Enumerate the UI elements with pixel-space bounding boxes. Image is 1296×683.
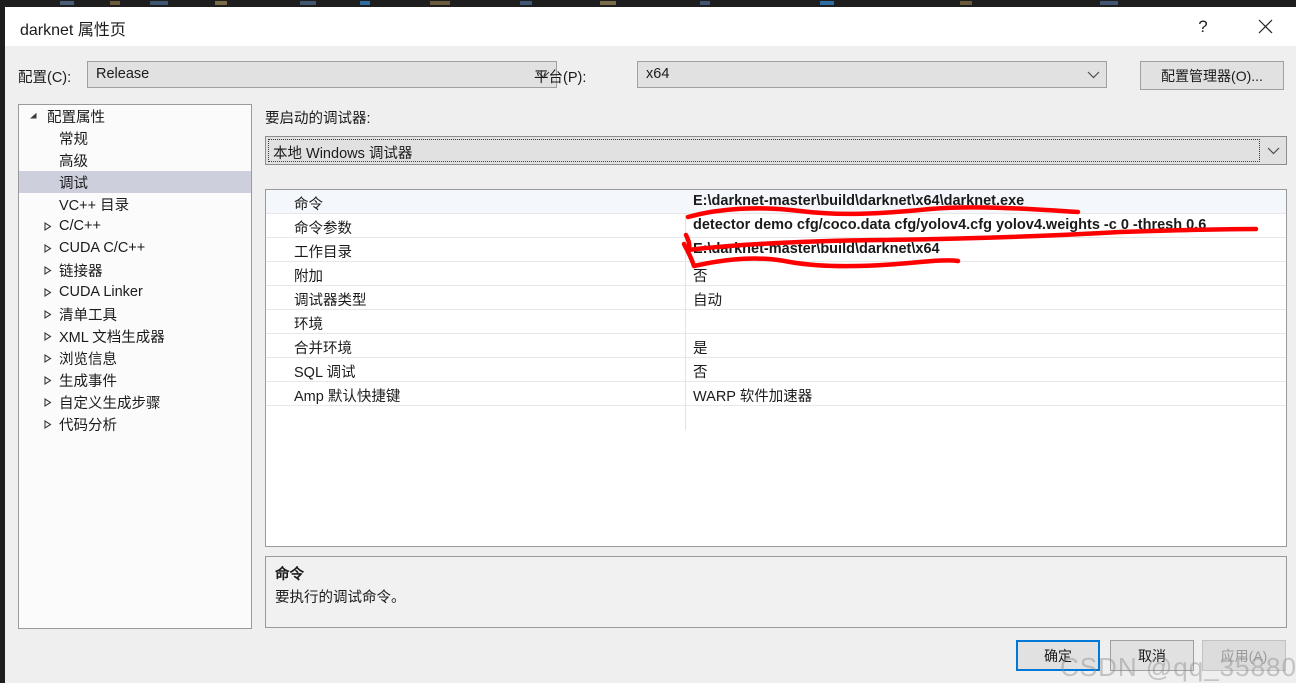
tree-item-2[interactable]: 高级 (19, 149, 251, 171)
tree-item-1[interactable]: 常规 (19, 127, 251, 149)
expanded-triangle-icon[interactable] (25, 112, 41, 121)
platform-value: x64 (646, 66, 670, 82)
property-row[interactable]: 附加 否 (266, 262, 1286, 286)
debugger-to-launch-combobox[interactable]: 本地 Windows 调试器 (265, 136, 1287, 165)
tree-item-label: 浏览信息 (59, 351, 117, 368)
focus-rectangle (268, 139, 1260, 162)
tree-item-10[interactable]: XML 文档生成器 (19, 325, 251, 347)
configuration-value: Release (96, 66, 150, 82)
property-name: 环境 (294, 317, 323, 333)
property-value[interactable]: WARP 软件加速器 (693, 385, 812, 406)
description-body: 要执行的调试命令。 (275, 590, 406, 606)
tree-item-label: C/C++ (59, 218, 101, 234)
configuration-label: 配置(C): (18, 70, 72, 86)
property-value[interactable]: 是 (693, 337, 708, 358)
tree-item-label: 自定义生成步骤 (59, 395, 161, 412)
tree-item-9[interactable]: 清单工具 (19, 303, 251, 325)
tree-item-label: 链接器 (59, 263, 103, 280)
property-name: SQL 调试 (294, 365, 356, 381)
property-value[interactable]: E:\darknet-master\build\darknet\x64\dark… (693, 193, 1024, 209)
property-name: 调试器类型 (294, 293, 367, 309)
tree-item-4[interactable]: VC++ 目录 (19, 193, 251, 215)
collapsed-triangle-icon[interactable] (39, 287, 55, 297)
collapsed-triangle-icon[interactable] (39, 309, 55, 319)
property-pages-dialog-root: darknet 属性页 ? 配置(C): Release 平台(P): x64 … (0, 0, 1296, 683)
tree-item-0[interactable]: 配置属性 (19, 105, 251, 127)
property-grid-rows: 命令 E:\darknet-master\build\darknet\x64\da… (266, 190, 1286, 406)
property-name: 合并环境 (294, 341, 352, 357)
tree-item-label: 代码分析 (59, 417, 117, 434)
property-value[interactable]: 否 (693, 361, 708, 382)
property-row[interactable]: 合并环境 是 (266, 334, 1286, 358)
tree-item-label: 配置属性 (47, 109, 105, 126)
tree-item-5[interactable]: C/C++ (19, 215, 251, 237)
configuration-bar: 配置(C): Release 平台(P): x64 配置管理器(O)... (5, 46, 1296, 104)
tree-item-label: CUDA C/C++ (59, 240, 146, 256)
collapsed-triangle-icon[interactable] (39, 243, 55, 253)
description-title: 命令 (275, 567, 304, 583)
chevron-down-icon (1267, 137, 1280, 164)
tree-item-13[interactable]: 自定义生成步骤 (19, 391, 251, 413)
dialog-surface: darknet 属性页 ? 配置(C): Release 平台(P): x64 … (5, 7, 1296, 683)
property-row[interactable]: 命令 E:\darknet-master\build\darknet\x64\da… (266, 190, 1286, 214)
collapsed-triangle-icon[interactable] (39, 397, 55, 407)
configuration-combobox[interactable]: Release (87, 61, 557, 88)
collapsed-triangle-icon[interactable] (39, 265, 55, 275)
property-name: Amp 默认快捷键 (294, 389, 401, 405)
property-name: 工作目录 (294, 245, 352, 261)
background-app-strip (0, 0, 1296, 7)
tree-item-7[interactable]: 链接器 (19, 259, 251, 281)
description-pane: 命令 要执行的调试命令。 (265, 556, 1287, 628)
tree-item-8[interactable]: CUDA Linker (19, 281, 251, 303)
tree-item-14[interactable]: 代码分析 (19, 413, 251, 435)
debugger-to-launch-value: 本地 Windows 调试器 (273, 146, 413, 162)
property-row[interactable]: Amp 默认快捷键 WARP 软件加速器 (266, 382, 1286, 406)
tree-item-label: 高级 (59, 153, 88, 170)
tree-item-3[interactable]: 调试 (19, 171, 251, 193)
page-title: darknet 属性页 (20, 22, 126, 39)
collapsed-triangle-icon[interactable] (39, 375, 55, 385)
collapsed-triangle-icon[interactable] (39, 331, 55, 341)
debug-settings-pane: 要启动的调试器: 本地 Windows 调试器 命令 E:\darknet-mas… (264, 104, 1287, 629)
question-mark-icon: ? (1198, 16, 1208, 36)
debugger-to-launch-label: 要启动的调试器: (265, 111, 371, 127)
property-row[interactable]: SQL 调试 否 (266, 358, 1286, 382)
property-row[interactable]: 命令参数 detector demo cfg/coco.data cfg/yolo… (266, 214, 1286, 238)
chevron-down-icon (1087, 62, 1100, 87)
property-name: 附加 (294, 269, 323, 285)
close-button[interactable] (1242, 7, 1288, 46)
property-value[interactable]: 自动 (693, 289, 722, 310)
property-name: 命令参数 (294, 221, 352, 237)
property-row[interactable]: 调试器类型 自动 (266, 286, 1286, 310)
tree-item-label: 常规 (59, 131, 88, 148)
collapsed-triangle-icon[interactable] (39, 221, 55, 231)
close-icon (1258, 19, 1273, 34)
help-button[interactable]: ? (1180, 7, 1226, 46)
tree-item-label: CUDA Linker (59, 284, 143, 300)
title-bar: darknet 属性页 ? (5, 7, 1296, 46)
tree-item-11[interactable]: 浏览信息 (19, 347, 251, 369)
config-manager-button[interactable]: 配置管理器(O)... (1140, 61, 1284, 90)
collapsed-triangle-icon[interactable] (39, 353, 55, 363)
configuration-tree[interactable]: 配置属性常规高级调试 VC++ 目录 C/C++ CUDA C/C++ 链接器 CUDA … (18, 104, 252, 629)
collapsed-triangle-icon[interactable] (39, 419, 55, 429)
tree-item-label: XML 文档生成器 (59, 329, 165, 346)
property-row[interactable]: 环境 (266, 310, 1286, 334)
tree-list: 配置属性常规高级调试 VC++ 目录 C/C++ CUDA C/C++ 链接器 CUDA … (19, 105, 251, 435)
watermark: CSDN @qq_35880100 (1060, 652, 1296, 682)
tree-item-6[interactable]: CUDA C/C++ (19, 237, 251, 259)
tree-item-label: VC++ 目录 (59, 197, 130, 214)
property-value[interactable]: 否 (693, 265, 708, 286)
platform-label: 平台(P): (534, 70, 587, 86)
tree-item-label: 调试 (59, 175, 88, 192)
tree-item-label: 清单工具 (59, 307, 117, 324)
platform-combobox[interactable]: x64 (637, 61, 1107, 88)
property-grid[interactable]: 命令 E:\darknet-master\build\darknet\x64\da… (265, 189, 1287, 547)
property-value[interactable]: detector demo cfg/coco.data cfg/yolov4.c… (693, 217, 1206, 233)
tree-item-label: 生成事件 (59, 373, 117, 390)
property-name: 命令 (294, 197, 323, 213)
property-row[interactable]: 工作目录 E:\darknet-master\build\darknet\x64 (266, 238, 1286, 262)
tree-item-12[interactable]: 生成事件 (19, 369, 251, 391)
property-value[interactable]: E:\darknet-master\build\darknet\x64 (693, 241, 940, 257)
